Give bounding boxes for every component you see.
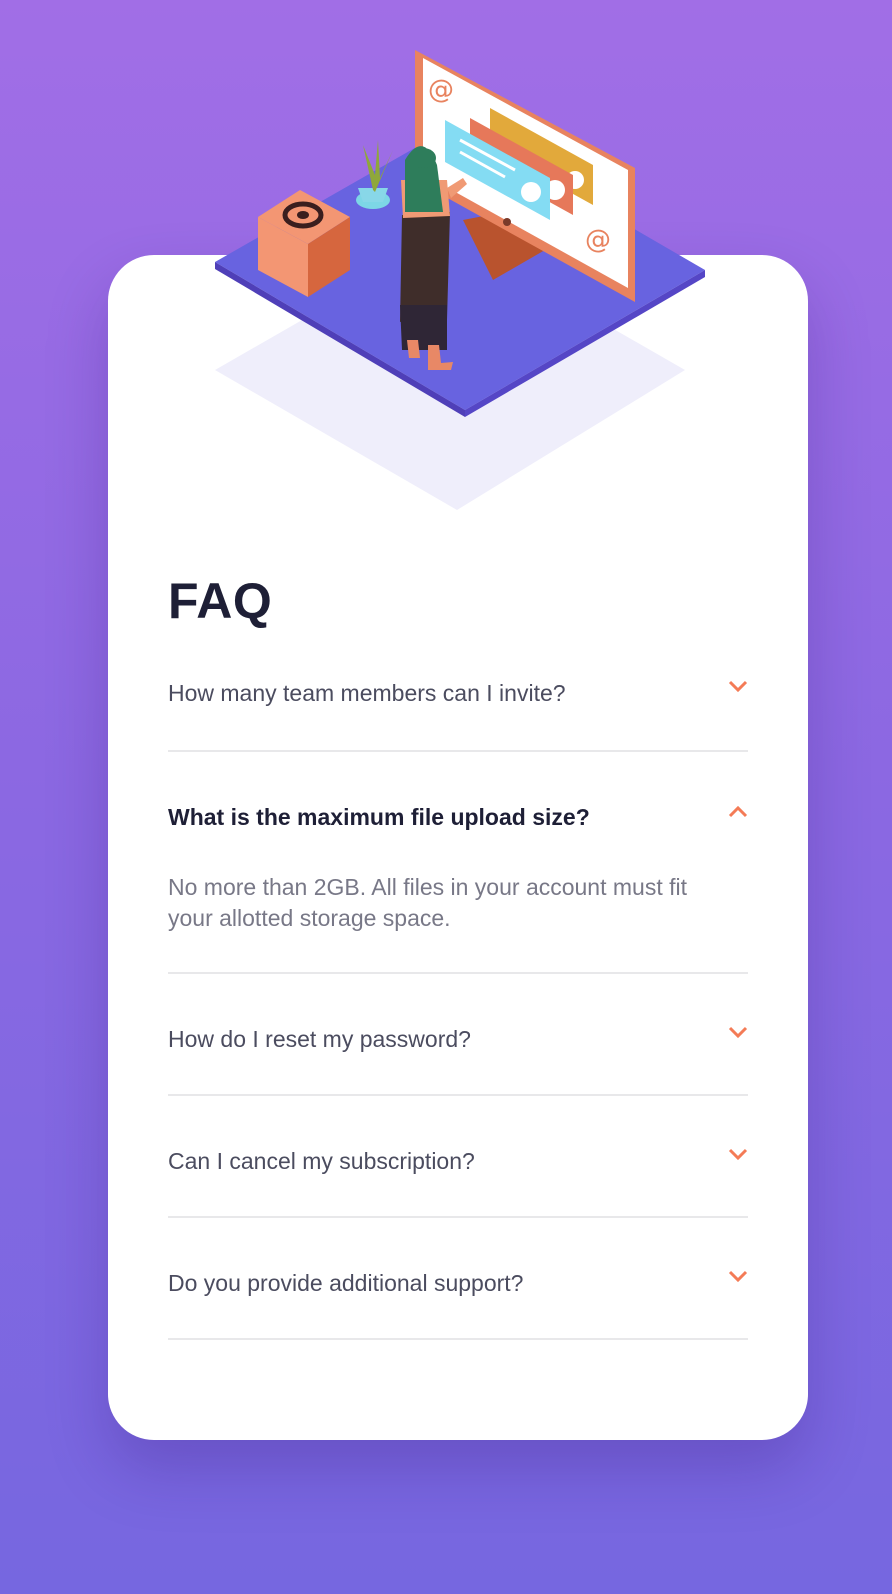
page-title: FAQ	[168, 573, 273, 629]
faq-question-toggle[interactable]: Do you provide additional support?	[168, 1218, 748, 1334]
woman-online-illustration-icon: @ @	[215, 50, 705, 510]
faq-question-toggle[interactable]: How do I reset my password?	[168, 974, 748, 1090]
faq-answer-text: No more than 2GB. All files in your acco…	[168, 874, 688, 931]
faq-question-text: How do I reset my password?	[168, 1026, 471, 1052]
faq-question-toggle[interactable]: Can I cancel my subscription?	[168, 1096, 748, 1212]
faq-accordion: How many team members can I invite? What…	[168, 650, 748, 1340]
faq-item: How many team members can I invite?	[168, 650, 748, 752]
svg-text:@: @	[585, 225, 611, 255]
svg-text:@: @	[428, 75, 454, 105]
chevron-down-icon[interactable]	[728, 1270, 748, 1284]
faq-item: How do I reset my password?	[168, 974, 748, 1096]
chevron-up-icon[interactable]	[728, 804, 748, 818]
faq-question-text: How many team members can I invite?	[168, 680, 566, 706]
faq-question-toggle[interactable]: How many team members can I invite?	[168, 650, 748, 744]
faq-item: What is the maximum file upload size? No…	[168, 752, 748, 974]
faq-question-text: Can I cancel my subscription?	[168, 1148, 475, 1174]
chevron-down-icon[interactable]	[728, 1026, 748, 1040]
chevron-down-icon[interactable]	[728, 1148, 748, 1162]
faq-question-text: Do you provide additional support?	[168, 1270, 524, 1296]
faq-question-toggle[interactable]: What is the maximum file upload size?	[168, 752, 748, 830]
chevron-down-icon[interactable]	[728, 680, 748, 694]
faq-question-text: What is the maximum file upload size?	[168, 804, 590, 830]
faq-item: Do you provide additional support?	[168, 1218, 748, 1340]
faq-item: Can I cancel my subscription?	[168, 1096, 748, 1218]
